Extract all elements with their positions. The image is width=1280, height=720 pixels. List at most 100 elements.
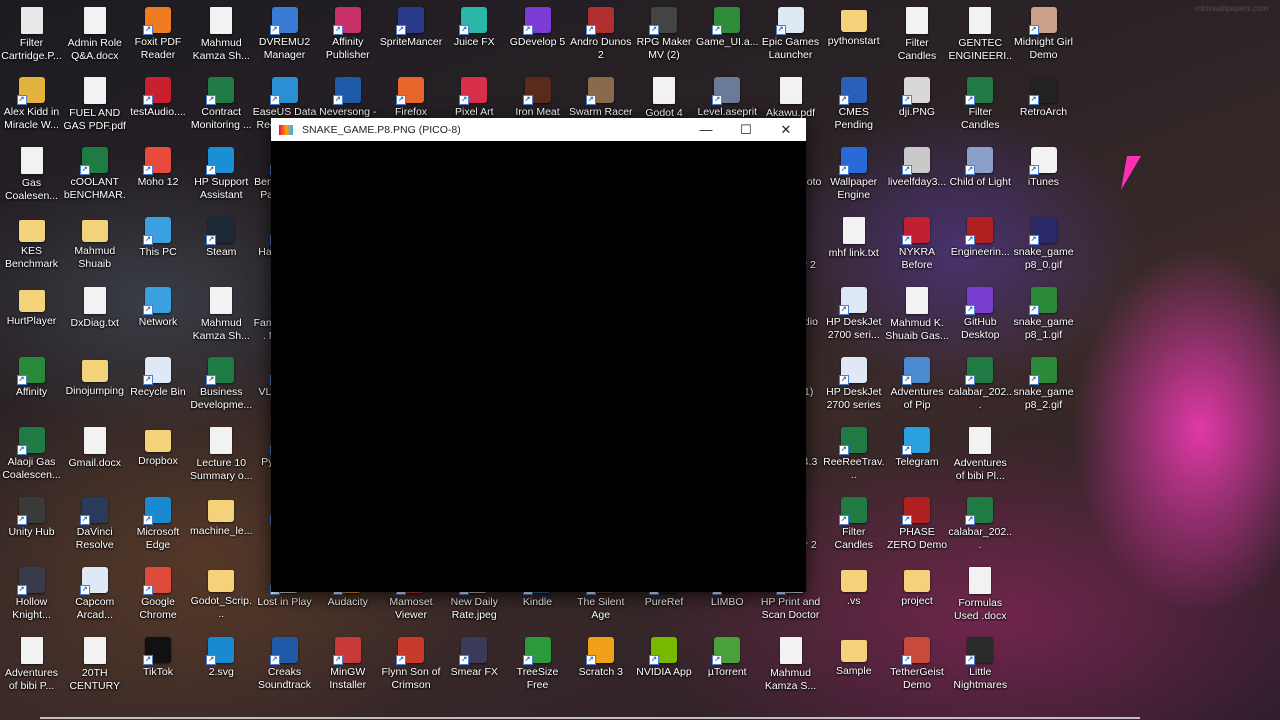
desktop-icon[interactable]: Mahmud Kamza Sh...: [190, 282, 253, 352]
desktop-icon[interactable]: ↗ RPG Maker MV (2): [633, 2, 696, 72]
desktop-icon[interactable]: ↗ TetherGeist Demo: [886, 632, 949, 702]
desktop-icon[interactable]: 20TH CENTURY G...: [63, 632, 126, 702]
desktop-icon[interactable]: ↗ Network: [127, 282, 190, 352]
desktop-icon[interactable]: DxDiag.txt: [63, 282, 126, 352]
pico8-window[interactable]: SNAKE_GAME.P8.PNG (PICO-8) — ☐ ✕: [271, 118, 806, 592]
desktop-icon[interactable]: GENTEC ENGINEERI...: [948, 2, 1012, 72]
minimize-button[interactable]: —: [686, 118, 726, 141]
desktop-icon[interactable]: ↗ Engineerin...: [949, 212, 1012, 282]
desktop-icon[interactable]: ↗ GDevelop 5: [506, 2, 569, 72]
desktop-icon[interactable]: Mahmud Kamza S...: [759, 632, 822, 702]
desktop-icon[interactable]: ↗ Unity Hub: [0, 492, 63, 562]
desktop-icon[interactable]: Gmail.docx: [63, 422, 126, 492]
desktop-icon[interactable]: pythonstart: [822, 2, 885, 72]
desktop-icon[interactable]: KES Benchmark: [0, 212, 63, 282]
desktop-icon[interactable]: Filter Cartridge.P...: [0, 2, 63, 72]
desktop-icon[interactable]: ↗ Game_UI.a...: [696, 2, 759, 72]
desktop-icon[interactable]: ↗ Recycle Bin: [127, 352, 190, 422]
desktop-icon[interactable]: ↗ HP DeskJet 2700 seri...: [822, 282, 885, 352]
desktop-icon[interactable]: ↗ Capcom Arcad...: [63, 562, 126, 632]
desktop-icon[interactable]: Sample: [822, 632, 885, 702]
desktop-icon[interactable]: ↗ TreeSize Free: [506, 632, 569, 702]
desktop-icon[interactable]: ↗ RetroArch: [1012, 72, 1075, 142]
desktop-icon[interactable]: ↗ Moho 12: [127, 142, 190, 212]
desktop-icon[interactable]: Dinojumping: [63, 352, 126, 422]
desktop-icon[interactable]: ↗ Flynn Son of Crimson: [380, 632, 443, 702]
desktop-icon[interactable]: ↗ Affinity: [0, 352, 63, 422]
desktop-icon[interactable]: ↗ dji.PNG: [886, 72, 949, 142]
desktop-icon[interactable]: ↗ Hollow Knight...: [0, 562, 63, 632]
desktop-icon[interactable]: ↗ iTunes: [1012, 142, 1075, 212]
desktop-icon[interactable]: ↗ Juice FX: [443, 2, 506, 72]
desktop-icon[interactable]: ↗ snake_game p8_2.gif: [1012, 352, 1075, 422]
desktop-icon[interactable]: ↗ Alaoji Gas Coalescen...: [0, 422, 63, 492]
desktop-icon[interactable]: HurtPlayer: [0, 282, 63, 352]
desktop-icon[interactable]: ↗ Telegram: [886, 422, 949, 492]
desktop-icon[interactable]: Admin Role Q&A.docx: [63, 2, 126, 72]
desktop-icon[interactable]: ↗cOOLANT bENCHMAR...: [63, 142, 126, 212]
desktop-icon[interactable]: ↗ snake_game p8_1.gif: [1012, 282, 1075, 352]
excel-icon: ↗: [965, 77, 994, 105]
desktop-icon[interactable]: machine_le...: [190, 492, 253, 562]
desktop-icon[interactable]: Mahmud Shuaib: [63, 212, 126, 282]
desktop-icon[interactable]: ↗ Smear FX: [443, 632, 506, 702]
desktop-icon[interactable]: Formulas Used .docx: [949, 562, 1012, 632]
desktop-icon[interactable]: ↗ Steam: [190, 212, 253, 282]
desktop-icon[interactable]: FUEL AND GAS PDF.pdf: [63, 72, 126, 142]
desktop-icon[interactable]: ↗Creaks Soundtrack ...: [253, 632, 316, 702]
desktop-icon[interactable]: Mahmud K. Shuaib Gas...: [885, 282, 949, 352]
desktop-icon[interactable]: ↗ HP Support Assistant: [190, 142, 253, 212]
desktop-icon[interactable]: Mahmud Kamza Sh...: [190, 2, 253, 72]
desktop-icon[interactable]: ↗ NYKRA Before: [886, 212, 949, 282]
desktop-icon[interactable]: ↗CMES Pending sup...: [822, 72, 885, 142]
desktop-icon[interactable]: ↗ Child of Light: [949, 142, 1012, 212]
desktop-icon[interactable]: ↗ 2.svg: [190, 632, 253, 702]
desktop-icon[interactable]: ↗ Wallpaper Engine: [822, 142, 885, 212]
desktop-icon[interactable]: ↗ Scratch 3: [569, 632, 632, 702]
desktop-icon[interactable]: mhf link.txt: [822, 212, 885, 282]
maximize-button[interactable]: ☐: [726, 118, 766, 141]
desktop-icon[interactable]: ↗ µTorrent: [696, 632, 759, 702]
desktop-icon[interactable]: ↗ Affinity Publisher: [316, 2, 379, 72]
desktop-icon[interactable]: Adventures of bibi Pl...: [949, 422, 1012, 492]
desktop-icon[interactable]: Gas Coalesen...: [0, 142, 63, 212]
desktop-icon[interactable]: ↗ NVIDIA App: [633, 632, 696, 702]
desktop-icon[interactable]: Godot_Scrip...: [190, 562, 253, 632]
desktop-icon[interactable]: ↗ Foxit PDF Reader: [127, 2, 190, 72]
desktop-icon[interactable]: ↗Filter Candles Benchmark...: [822, 492, 885, 562]
desktop-icon[interactable]: ↗ DaVinci Resolve: [63, 492, 126, 562]
desktop-icon[interactable]: ↗ GitHub Desktop: [949, 282, 1012, 352]
desktop-icon[interactable]: ↗ Epic Games Launcher: [759, 2, 822, 72]
desktop-icon[interactable]: ↗ Google Chrome: [127, 562, 190, 632]
desktop-icon[interactable]: ↗ liveelfday3...: [886, 142, 949, 212]
desktop-icon[interactable]: ↗ Microsoft Edge: [127, 492, 190, 562]
desktop-icon[interactable]: ↗ SpriteMancer: [380, 2, 443, 72]
desktop-icon[interactable]: Lecture 10 Summary o...: [190, 422, 253, 492]
desktop-icon[interactable]: Dropbox: [127, 422, 190, 492]
desktop-icon[interactable]: ↗ Andro Dunos 2: [569, 2, 632, 72]
desktop-icon[interactable]: ↗ testAudio....: [127, 72, 190, 142]
desktop-icon[interactable]: ↗ Business Developme...: [190, 352, 253, 422]
desktop-icon[interactable]: ↗ Little Nightmares: [949, 632, 1012, 702]
desktop-icon[interactable]: Adventures of bibi P...: [0, 632, 63, 702]
desktop-icon[interactable]: ↗ This PC: [127, 212, 190, 282]
desktop-icon[interactable]: ↗ DVREMU2 Manager: [253, 2, 316, 72]
close-button[interactable]: ✕: [766, 118, 806, 141]
window-titlebar[interactable]: SNAKE_GAME.P8.PNG (PICO-8) — ☐ ✕: [271, 118, 806, 141]
desktop-icon[interactable]: ↗ ReeReeTrav...: [822, 422, 885, 492]
desktop-icon[interactable]: ↗Filter Candles Benchmark ...: [949, 72, 1012, 142]
desktop-icon[interactable]: ↗ PHASE ZERO Demo: [886, 492, 949, 562]
desktop-icon[interactable]: .vs: [822, 562, 885, 632]
desktop-icon[interactable]: project: [886, 562, 949, 632]
desktop-icon[interactable]: ↗ Contract Monitoring ...: [190, 72, 253, 142]
desktop-icon[interactable]: ↗ calabar_202...: [948, 492, 1012, 562]
desktop-icon[interactable]: ↗ Midnight Girl Demo: [1012, 2, 1075, 72]
desktop-icon[interactable]: ↗ snake_game p8_0.gif: [1012, 212, 1075, 282]
desktop-icon[interactable]: ↗ HP DeskJet 2700 series: [822, 352, 885, 422]
desktop-icon[interactable]: ↗ Adventures of Pip: [886, 352, 949, 422]
desktop-icon[interactable]: ↗ calabar_202...: [948, 352, 1012, 422]
desktop-icon[interactable]: Filter Candles Benchmark...: [886, 2, 949, 72]
desktop-icon[interactable]: ↗ Alex Kidd in Miracle W...: [0, 72, 63, 142]
desktop-icon[interactable]: ↗ TikTok: [127, 632, 190, 702]
desktop-icon[interactable]: ↗ MinGW Installer: [316, 632, 379, 702]
